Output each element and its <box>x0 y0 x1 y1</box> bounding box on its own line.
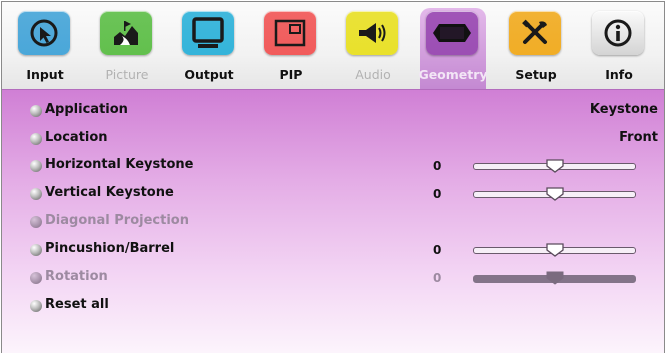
menu-row-label: Vertical Keystone <box>45 185 174 200</box>
osd-window: Input Picture Output PIP Audio Geometry Setup I… <box>1 1 665 353</box>
monitor-icon <box>182 11 234 55</box>
menu-row-label: Reset all <box>45 297 109 312</box>
tab-pip[interactable]: PIP <box>258 8 324 88</box>
slider-thumb[interactable] <box>545 158 565 174</box>
slider-thumb[interactable] <box>545 186 565 202</box>
cursor-icon <box>18 11 70 55</box>
tab-info[interactable]: Info <box>586 8 652 88</box>
slider[interactable] <box>473 243 636 257</box>
tab-label: Input <box>26 67 64 82</box>
menu-row-diagonal-projection: Diagonal Projection <box>26 212 658 232</box>
bullet-icon <box>30 244 42 256</box>
menu-row-application[interactable]: Application Keystone <box>26 101 658 121</box>
tab-label: Output <box>184 67 234 82</box>
bullet-icon <box>30 300 42 312</box>
bullet-icon <box>30 105 42 117</box>
menu-row-vertical-keystone[interactable]: Vertical Keystone 0 <box>26 184 658 204</box>
menu-row-label: Location <box>45 130 108 145</box>
menu-row-value[interactable]: Front <box>619 130 658 145</box>
bullet-icon <box>30 160 42 172</box>
tab-setup[interactable]: Setup <box>503 8 569 88</box>
slider[interactable] <box>473 187 636 201</box>
landscape-icon <box>100 11 152 55</box>
slider-value: 0 <box>433 271 442 285</box>
slider-thumb <box>545 270 565 286</box>
tab-audio[interactable]: Audio <box>340 8 406 88</box>
tab-label: PIP <box>279 67 303 82</box>
tab-label: Geometry <box>418 67 488 82</box>
menu-row-rotation: Rotation 0 <box>26 268 658 288</box>
slider <box>473 271 636 285</box>
bullet-icon <box>30 188 42 200</box>
slider-value: 0 <box>433 159 442 173</box>
speaker-icon <box>346 11 398 55</box>
tools-icon <box>509 11 561 55</box>
slider[interactable] <box>473 159 636 173</box>
tab-label: Info <box>605 67 633 82</box>
pip-icon <box>264 11 316 55</box>
slider-thumb[interactable] <box>545 242 565 258</box>
menu-row-label: Application <box>45 102 128 117</box>
tab-output[interactable]: Output <box>176 8 242 88</box>
tab-label: Picture <box>105 67 149 82</box>
info-icon <box>592 11 644 55</box>
bullet-icon <box>30 133 42 145</box>
tab-geometry[interactable]: Geometry <box>418 8 488 89</box>
tab-input[interactable]: Input <box>12 8 78 88</box>
tab-picture[interactable]: Picture <box>94 8 160 88</box>
geometry-settings-panel: Application Keystone Location Front Horizont… <box>2 89 664 353</box>
menu-row-value[interactable]: Keystone <box>590 102 658 117</box>
menu-row-reset-all[interactable]: Reset all <box>26 296 658 316</box>
geometry-icon <box>426 11 478 55</box>
menu-row-location[interactable]: Location Front <box>26 129 658 149</box>
menu-row-label: Diagonal Projection <box>45 213 189 228</box>
tab-label: Setup <box>515 67 557 82</box>
menu-row-horizontal-keystone[interactable]: Horizontal Keystone 0 <box>26 156 658 176</box>
menu-row-pincushion-barrel[interactable]: Pincushion/Barrel 0 <box>26 240 658 260</box>
bullet-icon <box>30 272 42 284</box>
slider-value: 0 <box>433 243 442 257</box>
menu-tab-bar: Input Picture Output PIP Audio Geometry Setup I… <box>2 2 664 89</box>
bullet-icon <box>30 216 42 228</box>
tab-label: Audio <box>355 67 391 82</box>
menu-row-label: Horizontal Keystone <box>45 157 194 172</box>
slider-value: 0 <box>433 187 442 201</box>
menu-row-label: Pincushion/Barrel <box>45 241 175 256</box>
menu-row-label: Rotation <box>45 269 108 284</box>
